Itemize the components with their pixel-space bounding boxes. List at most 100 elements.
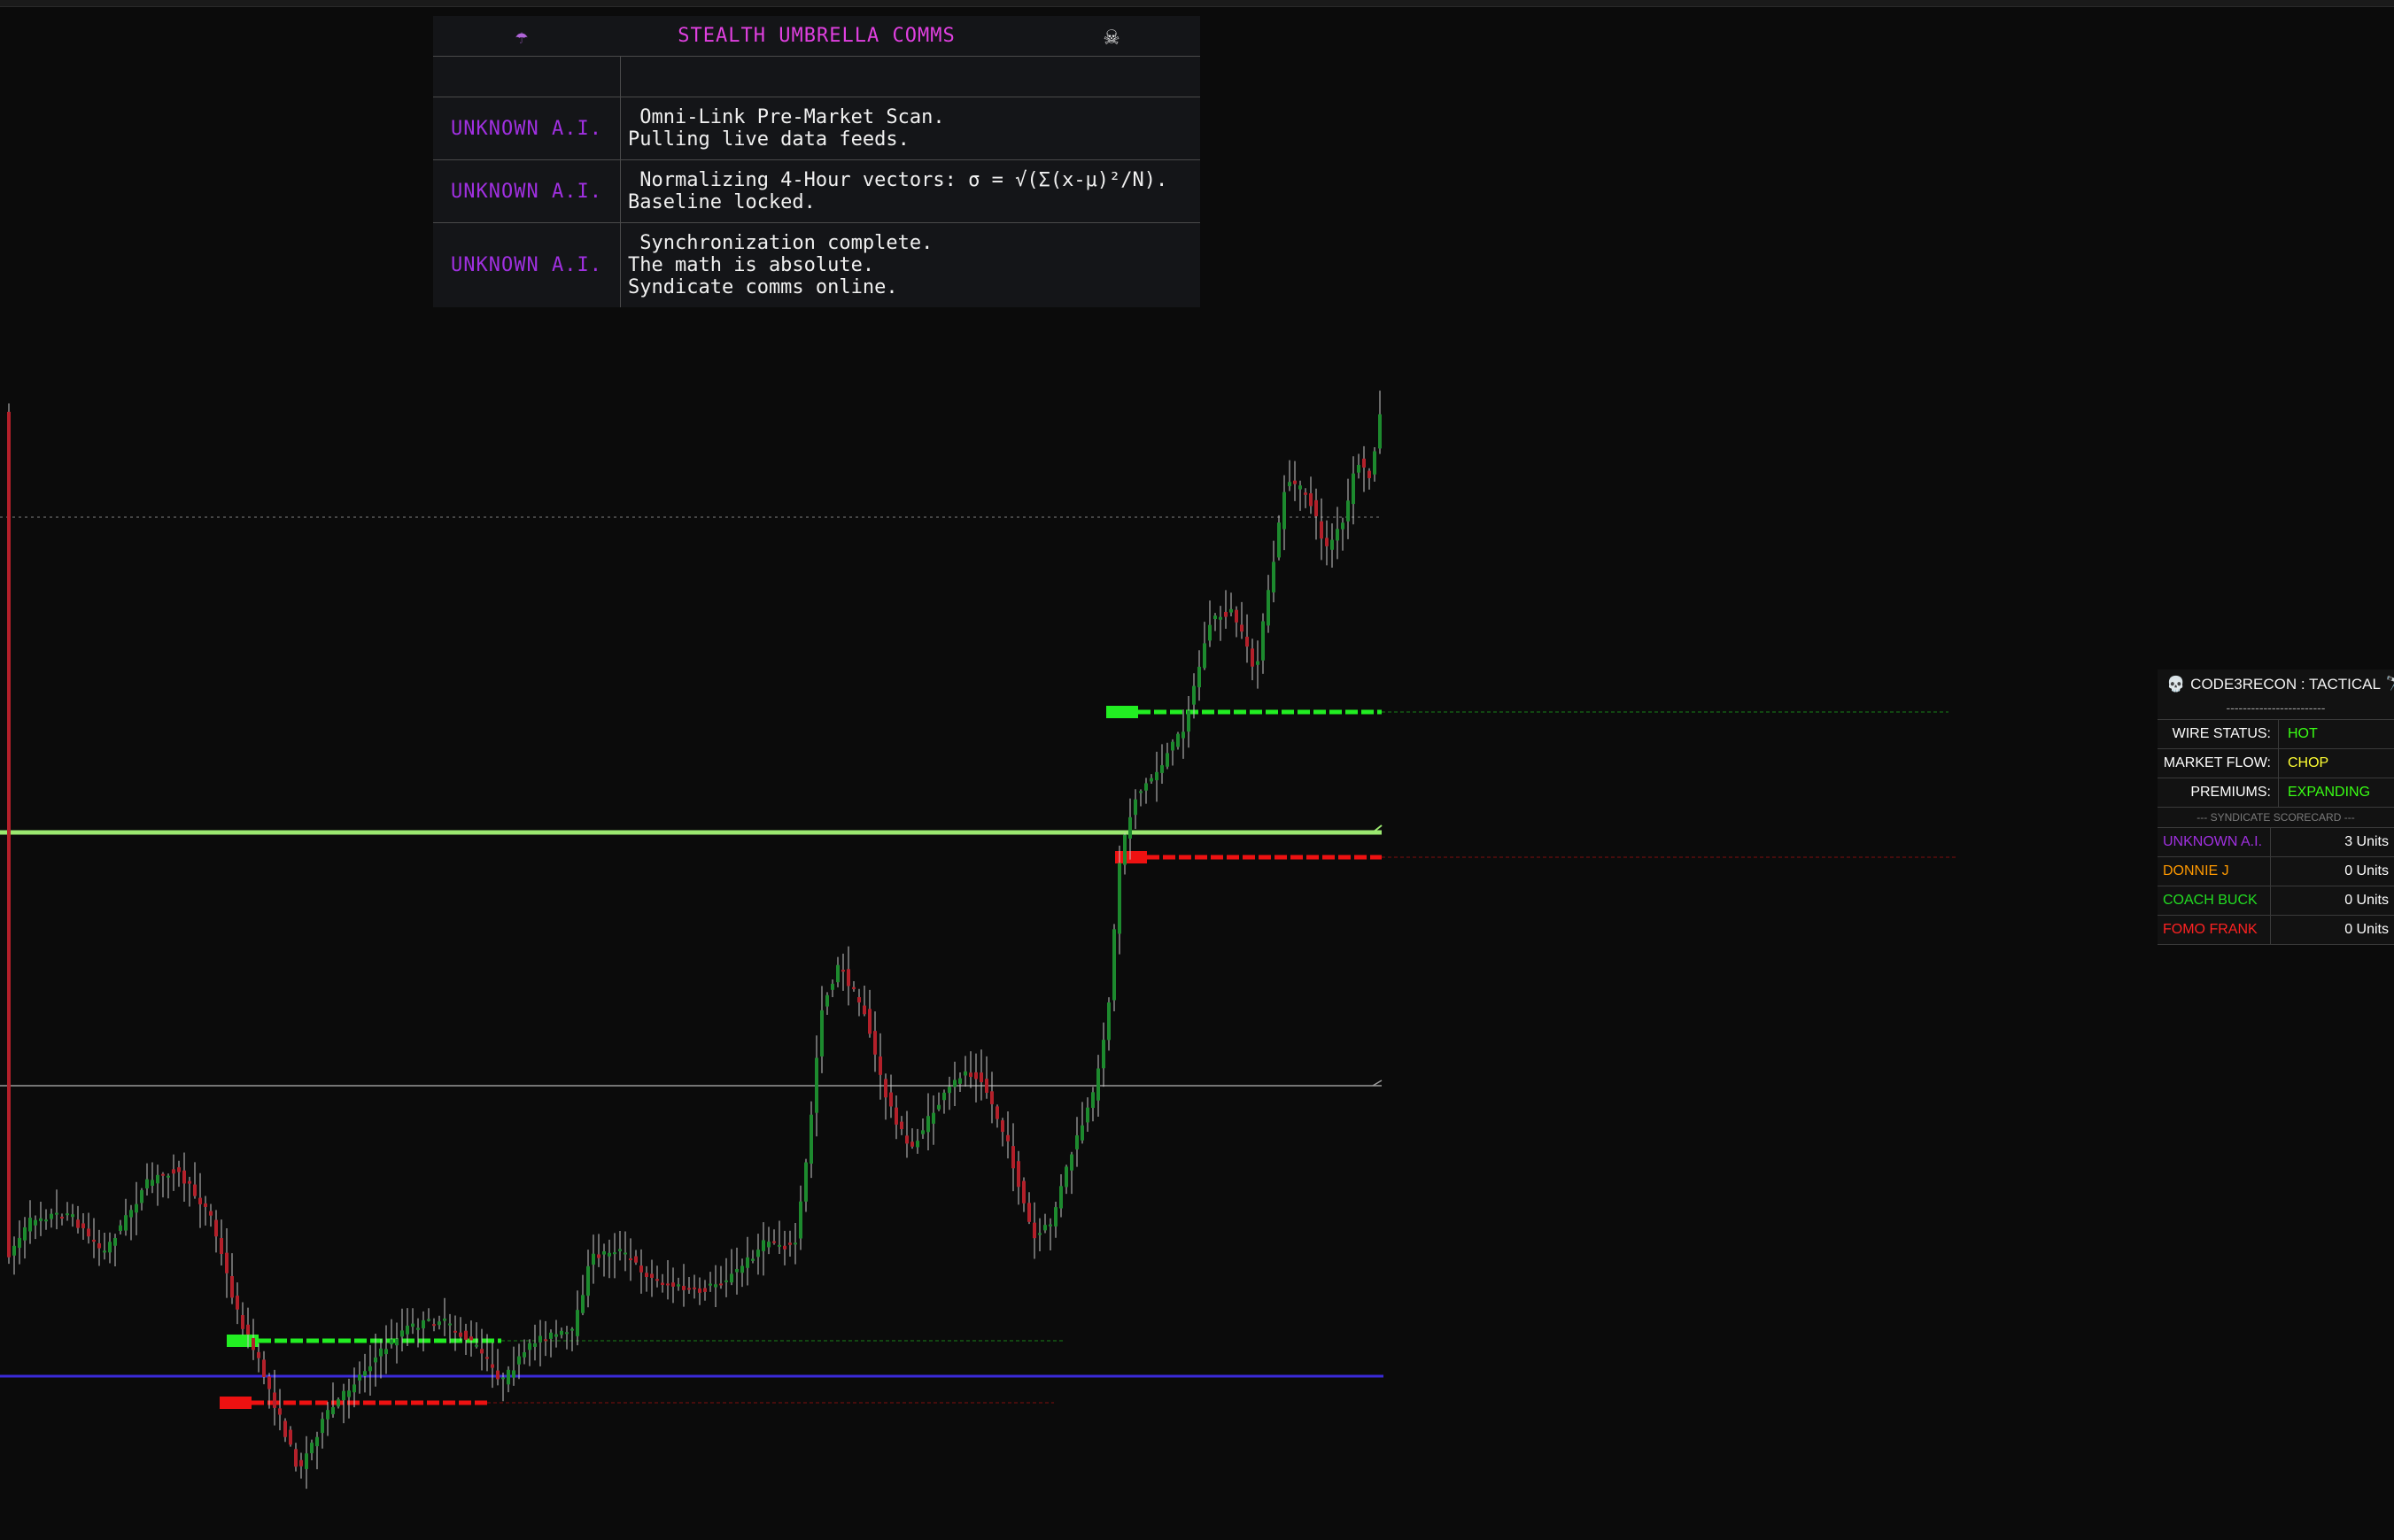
- bull-candle: [1298, 485, 1302, 490]
- bear-candle: [198, 1197, 202, 1204]
- bull-candle: [390, 1339, 393, 1345]
- bull-candle: [23, 1227, 27, 1241]
- bull-candle: [55, 1212, 58, 1215]
- bear-candle: [671, 1282, 675, 1287]
- bull-candle: [1166, 753, 1169, 767]
- bear-candle: [772, 1241, 776, 1243]
- bear-candle: [87, 1228, 90, 1237]
- comms-message-text: Omni-Link Pre-Market Scan. Pulling live …: [628, 106, 945, 151]
- scorecard-row: DONNIE J 0 Units: [2158, 857, 2394, 886]
- bull-candle: [1272, 561, 1275, 592]
- bear-candle: [252, 1337, 255, 1350]
- bull-candle: [964, 1071, 967, 1076]
- bull-candle: [347, 1390, 351, 1397]
- bull-candle: [613, 1252, 616, 1255]
- bull-candle: [129, 1210, 133, 1218]
- wire-status-label: WIRE STATUS:: [2158, 720, 2279, 748]
- bull-candle: [549, 1332, 553, 1339]
- bull-candle: [1112, 929, 1116, 1001]
- bull-candle: [395, 1339, 399, 1346]
- code3recon-tactical-panel: 💀 CODE3RECON : TACTICAL 🔭 --------------…: [2158, 669, 2394, 945]
- bull-candle: [310, 1443, 314, 1453]
- bear-candle: [1293, 480, 1297, 484]
- bull-candle: [135, 1203, 138, 1213]
- skull-icon: ☠: [1104, 21, 1120, 50]
- bull-candle: [66, 1213, 69, 1216]
- bull-candle: [119, 1225, 122, 1231]
- lower-red-zone-marker: [220, 1397, 252, 1409]
- bear-candle: [299, 1459, 303, 1466]
- bull-candle: [1043, 1225, 1047, 1231]
- bull-candle: [677, 1284, 680, 1287]
- bear-candle: [177, 1167, 181, 1172]
- bull-candle: [953, 1080, 957, 1087]
- bear-candle: [985, 1079, 988, 1093]
- bull-candle: [438, 1321, 441, 1326]
- bear-candle: [262, 1359, 266, 1377]
- bear-candle: [267, 1376, 271, 1389]
- bull-candle: [576, 1310, 579, 1336]
- bull-candle: [714, 1284, 717, 1288]
- bull-candle: [1267, 590, 1270, 626]
- bull-candle: [331, 1407, 335, 1414]
- bull-candle: [167, 1175, 170, 1178]
- bull-candle: [342, 1390, 345, 1401]
- bull-candle: [804, 1162, 808, 1202]
- bull-candle: [1357, 464, 1360, 473]
- bear-candle: [60, 1216, 64, 1219]
- bull-candle: [400, 1330, 404, 1337]
- bull-candle: [1065, 1166, 1068, 1188]
- comms-header: ☂ STEALTH UMBRELLA COMMS ☠: [433, 16, 1200, 57]
- bear-candle: [1001, 1120, 1004, 1133]
- bull-candle: [1229, 608, 1233, 613]
- bull-candle: [71, 1214, 74, 1218]
- premiums-row: PREMIUMS: EXPANDING: [2158, 778, 2394, 808]
- market-flow-value: CHOP: [2288, 755, 2329, 770]
- bull-candle: [1213, 615, 1217, 620]
- bear-candle: [182, 1170, 186, 1184]
- comms-message-text: Synchronization complete. The math is ab…: [628, 232, 934, 298]
- bear-candle: [1362, 458, 1366, 468]
- bull-candle: [735, 1269, 739, 1273]
- bear-candle: [698, 1288, 701, 1293]
- bear-candle: [193, 1184, 197, 1196]
- stealth-umbrella-comms-panel: ☂ STEALTH UMBRELLA COMMS ☠ UNKNOWN A.I. …: [433, 16, 1200, 307]
- bear-candle: [1235, 609, 1238, 623]
- bear-candle: [639, 1265, 643, 1273]
- bear-candle: [629, 1258, 632, 1261]
- bull-candle: [554, 1334, 558, 1337]
- bull-candle: [560, 1330, 563, 1335]
- bear-candle: [97, 1242, 101, 1249]
- bull-candle: [825, 994, 829, 1007]
- trading-chart-screen: ☂ STEALTH UMBRELLA COMMS ☠ UNKNOWN A.I. …: [0, 0, 2394, 1540]
- bear-candle: [666, 1283, 670, 1286]
- comms-sender: UNKNOWN A.I.: [433, 160, 621, 222]
- bull-candle: [565, 1332, 569, 1335]
- bear-candle: [1245, 637, 1249, 647]
- bear-candle: [1240, 624, 1243, 632]
- bear-candle: [703, 1288, 707, 1292]
- bear-candle: [1367, 470, 1371, 478]
- bear-candle: [464, 1330, 468, 1340]
- bull-candle: [1352, 473, 1355, 505]
- tactical-separator: ------------------------: [2158, 700, 2394, 720]
- bear-candle: [693, 1287, 696, 1289]
- bull-candle: [1038, 1233, 1042, 1235]
- bull-candle: [475, 1344, 478, 1347]
- bear-candle: [884, 1079, 887, 1098]
- bull-candle: [1075, 1135, 1079, 1149]
- bear-candle: [209, 1211, 213, 1216]
- bull-candle: [730, 1273, 733, 1283]
- bull-candle: [1096, 1068, 1100, 1101]
- bull-candle: [608, 1252, 611, 1257]
- bear-candle: [544, 1339, 547, 1342]
- bear-candle: [996, 1106, 999, 1119]
- bull-candle: [756, 1250, 760, 1258]
- bear-candle: [81, 1223, 85, 1228]
- bull-candle: [1128, 816, 1132, 839]
- bull-candle: [50, 1213, 53, 1219]
- bear-candle: [278, 1408, 282, 1415]
- bull-candle: [1378, 414, 1382, 449]
- bull-candle: [406, 1325, 409, 1335]
- bull-candle: [778, 1244, 781, 1247]
